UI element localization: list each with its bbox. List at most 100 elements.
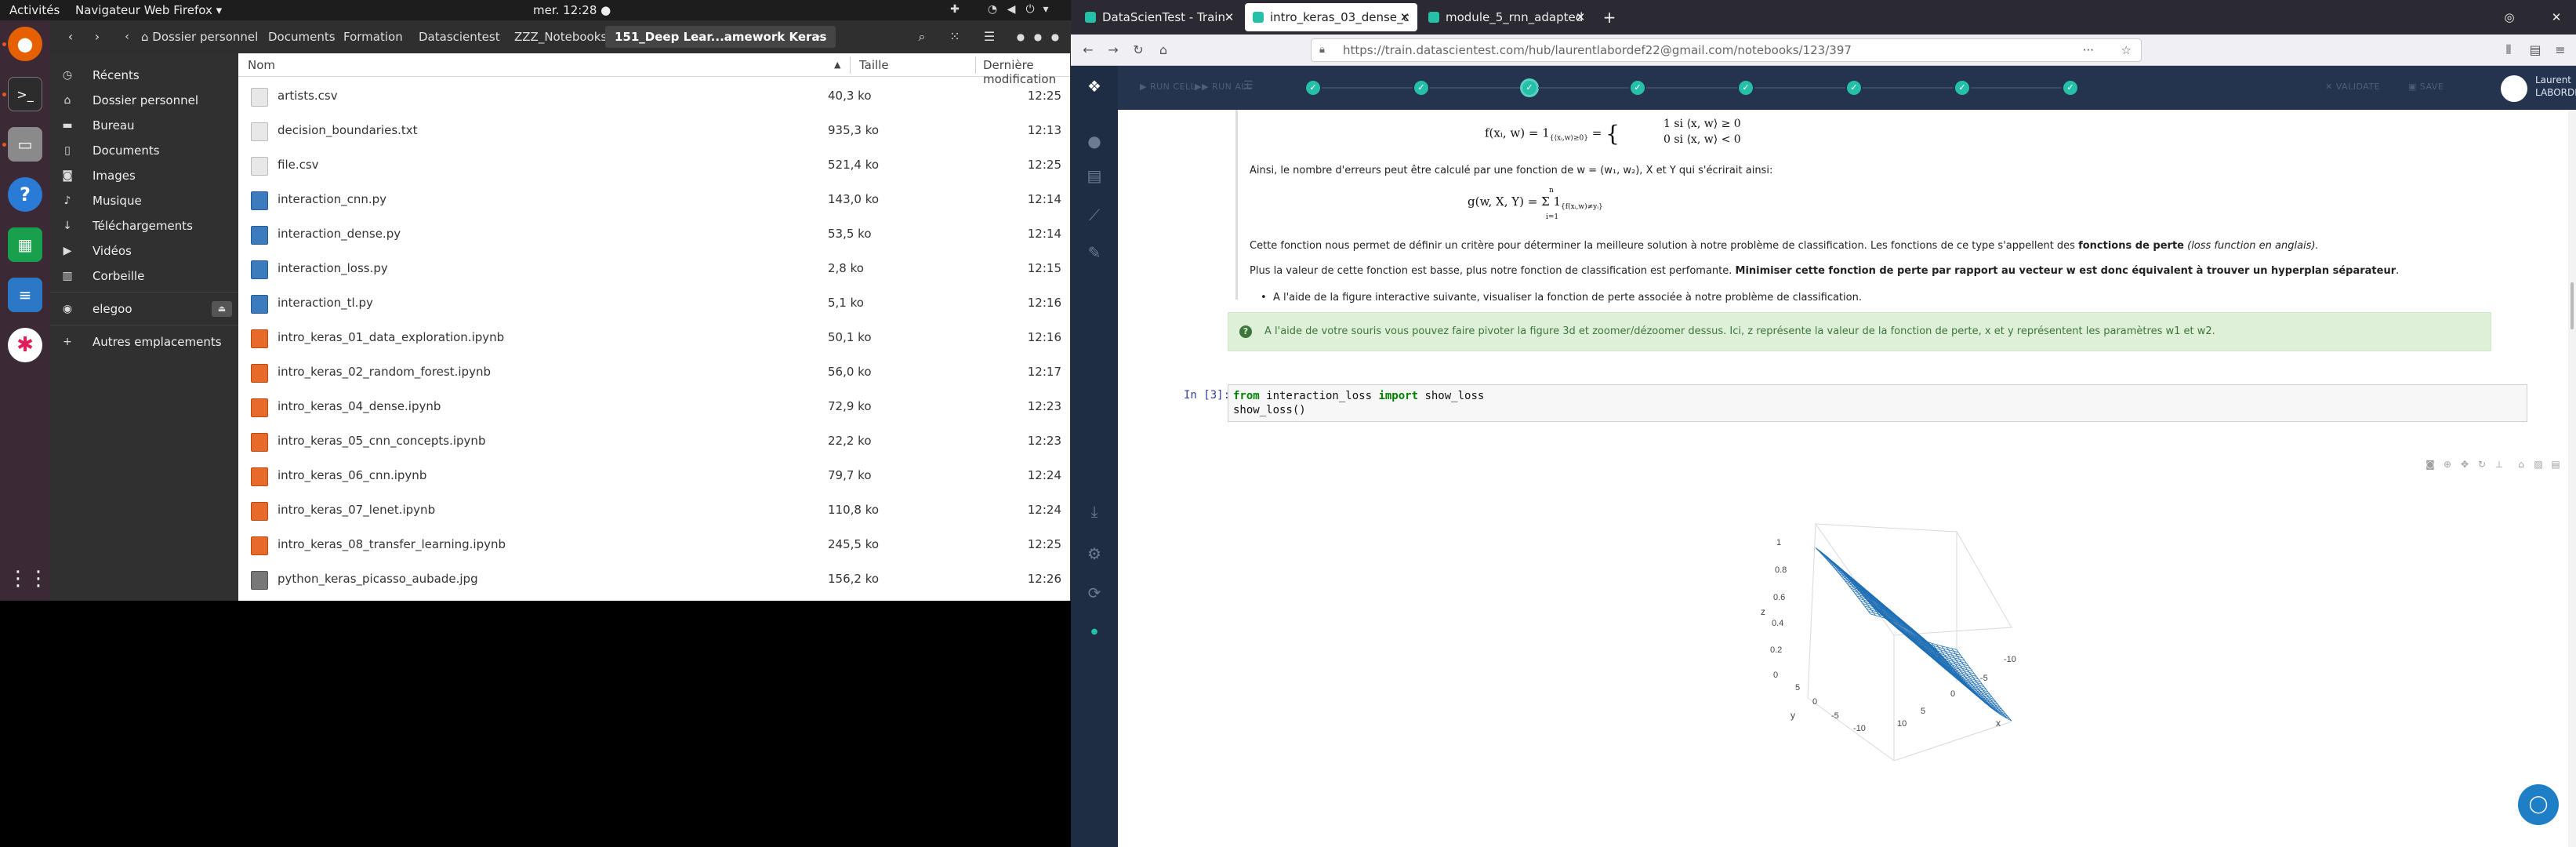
camera-reset-icon[interactable]: ▨ bbox=[2532, 458, 2545, 471]
file-row[interactable]: interaction_loss.py 2,8 ko 12:15 bbox=[238, 251, 1070, 287]
home-icon[interactable]: ⌂ bbox=[1154, 41, 1173, 60]
file-row[interactable]: artists.csv 40,3 ko 12:25 bbox=[238, 78, 1070, 115]
validate-button[interactable]: ✕ VALIDATE bbox=[2325, 82, 2380, 92]
app-menu[interactable]: Navigateur Web Firefox ▾ bbox=[75, 3, 222, 17]
file-row[interactable]: intro_keras_02_random_forest.ipynb 56,0 k… bbox=[238, 354, 1070, 391]
tab-datascientest-train[interactable]: DataScienTest - Train ✕ bbox=[1077, 3, 1242, 31]
sidebar-item-other-locations[interactable]: + Autres emplacements bbox=[50, 329, 238, 354]
file-row[interactable]: file.csv 521,4 ko 12:25 bbox=[238, 147, 1070, 184]
settings-icon[interactable]: ⚙ bbox=[1085, 544, 1104, 563]
url-text[interactable]: https://train.datascientest.com/hub/laur… bbox=[1343, 39, 1852, 61]
page-scrollbar[interactable] bbox=[2568, 110, 2576, 847]
search-icon[interactable]: ⌕ bbox=[912, 27, 931, 46]
apps-grid-icon[interactable]: ⋮⋮⋮ bbox=[8, 562, 69, 596]
sidebar-item-downloads[interactable]: ↓ Téléchargements bbox=[50, 213, 238, 238]
sidebar-icon[interactable]: ▤ bbox=[2526, 41, 2545, 60]
file-row[interactable]: interaction_dense.py 53,5 ko 12:14 bbox=[238, 216, 1070, 253]
file-row[interactable]: intro_keras_08_transfer_learning.ipynb 24… bbox=[238, 527, 1070, 563]
files-icon[interactable]: ▭ bbox=[8, 127, 42, 162]
sidebar-item-music[interactable]: ♪ Musique bbox=[50, 188, 238, 213]
menu-icon[interactable]: ☰ bbox=[980, 27, 999, 46]
writer-icon[interactable]: ≡ bbox=[8, 278, 42, 312]
sort-ascending-icon[interactable]: ▲ bbox=[834, 60, 840, 70]
user-name[interactable]: Laurent LABORDE bbox=[2535, 74, 2576, 99]
step-check-icon[interactable]: ✓ bbox=[1739, 81, 1753, 95]
file-row[interactable]: decision_boundaries.txt 935,3 ko 12:13 bbox=[238, 113, 1070, 149]
tab-intro-keras-03[interactable]: intro_keras_03_dense_c ✕ bbox=[1245, 3, 1417, 31]
camera-icon[interactable]: ◙ bbox=[2424, 458, 2436, 471]
back-button[interactable]: ‹ bbox=[61, 27, 80, 46]
forward-button[interactable]: → bbox=[1104, 41, 1123, 60]
eject-icon[interactable]: ⏏ bbox=[212, 301, 232, 317]
new-tab-button[interactable]: + bbox=[1598, 3, 1621, 31]
close-tab-icon[interactable]: ✕ bbox=[1223, 3, 1235, 31]
file-row[interactable]: intro_keras_07_lenet.ipynb 110,8 ko 12:24 bbox=[238, 493, 1070, 529]
extension-icon[interactable]: ◎ bbox=[2498, 3, 2521, 31]
volume-icon[interactable]: ◀ bbox=[1005, 3, 1018, 16]
menu-icon[interactable]: ☰ bbox=[1243, 79, 1254, 92]
sidebar-item-documents[interactable]: ▯ Documents bbox=[50, 138, 238, 163]
step-check-icon[interactable]: ✓ bbox=[1306, 81, 1320, 95]
step-check-icon[interactable]: ✓ bbox=[2063, 81, 2077, 95]
minimize-icon[interactable]: ● bbox=[1011, 27, 1030, 46]
chart-icon[interactable]: ⟋ bbox=[1085, 205, 1104, 224]
sidebar-item-videos[interactable]: ▶ Vidéos bbox=[50, 238, 238, 264]
clock[interactable]: mer. 12:28 ● bbox=[533, 3, 611, 17]
view-grid-icon[interactable]: ⁙ bbox=[945, 27, 964, 46]
step-check-icon[interactable]: ✓ bbox=[1414, 81, 1428, 95]
step-check-icon[interactable]: ✓ bbox=[1522, 81, 1537, 95]
close-icon[interactable]: ● bbox=[1046, 27, 1065, 46]
sidebar-item-trash[interactable]: ▥ Corbeille bbox=[50, 264, 238, 289]
download-icon[interactable]: ⤓ bbox=[1085, 502, 1104, 521]
file-row[interactable]: interaction_cnn.py 143,0 ko 12:14 bbox=[238, 182, 1070, 218]
hamburger-menu-icon[interactable]: ≡ bbox=[2551, 41, 2570, 60]
terminal-icon[interactable]: >_ bbox=[8, 77, 42, 111]
code-cell[interactable]: from interaction_loss import show_loss s… bbox=[1228, 384, 2527, 422]
save-button[interactable]: ▣ SAVE bbox=[2408, 82, 2444, 92]
forward-button[interactable]: › bbox=[88, 27, 107, 46]
chat-support-button[interactable]: ◯ bbox=[2518, 784, 2559, 825]
wifi-icon[interactable]: ◔ bbox=[986, 3, 999, 16]
system-menu-chevron-icon[interactable]: ▾ bbox=[1039, 3, 1052, 16]
step-check-icon[interactable]: ✓ bbox=[1955, 81, 1969, 95]
book-icon[interactable]: ▤ bbox=[1085, 166, 1104, 185]
orbit-rotate-icon[interactable]: ↻ bbox=[2476, 458, 2488, 471]
reset-view-icon[interactable]: ⌂ bbox=[2515, 458, 2527, 471]
sync-icon[interactable]: ⟳ bbox=[1085, 583, 1104, 602]
bookmark-star-icon[interactable]: ☆ bbox=[2121, 39, 2132, 61]
close-tab-icon[interactable]: ✕ bbox=[1399, 3, 1411, 31]
file-row[interactable]: intro_keras_04_dense.ipynb 72,9 ko 12:23 bbox=[238, 389, 1070, 425]
file-row[interactable]: intro_keras_06_cnn.ipynb 79,7 ko 12:24 bbox=[238, 458, 1070, 494]
reload-button[interactable]: ↻ bbox=[1129, 41, 1148, 60]
file-row[interactable]: python_keras_picasso_aubade.jpg 156,2 ko 1… bbox=[238, 562, 1070, 598]
avatar[interactable] bbox=[2501, 75, 2527, 102]
column-size[interactable]: Taille bbox=[859, 58, 889, 72]
hover-icon[interactable]: ▤ bbox=[2549, 458, 2562, 471]
run-cell-button[interactable]: ▶ RUN CELL bbox=[1140, 82, 1195, 92]
calc-icon[interactable]: ▦ bbox=[8, 227, 42, 262]
close-window-icon[interactable]: ✕ bbox=[2545, 3, 2568, 31]
slack-icon[interactable]: ✱ bbox=[8, 328, 42, 362]
sidebar-item-recent[interactable]: ◷ Récents bbox=[50, 63, 238, 88]
breadcrumb-notebooks[interactable]: ZZZ_Notebooks bbox=[505, 26, 616, 48]
app-logo-icon[interactable]: ❖ bbox=[1085, 77, 1104, 96]
sidebar-item-home[interactable]: ⌂ Dossier personnel bbox=[50, 88, 238, 113]
breadcrumb-formation[interactable]: Formation bbox=[334, 26, 412, 48]
breadcrumb-current[interactable]: 151_Deep Lear...amework Keras bbox=[605, 26, 836, 48]
activities-button[interactable]: Activités bbox=[9, 3, 60, 17]
breadcrumb-scroll-right-icon[interactable]: › bbox=[809, 27, 828, 46]
turntable-icon[interactable]: ⊥ bbox=[2493, 458, 2505, 471]
back-button[interactable]: ← bbox=[1079, 41, 1098, 60]
breadcrumb-home[interactable]: ⌂ Dossier personnel bbox=[132, 26, 267, 48]
loss-surface-3d-plot[interactable]: 1 0.8 0.6 0.4 0.2 0 z y x -10 -5 0 5 10 bbox=[1722, 502, 2035, 761]
sidebar-item-desktop[interactable]: ▬ Bureau bbox=[50, 113, 238, 138]
url-bar[interactable]: 🔒︎ https://train.datascientest.com/hub/l… bbox=[1311, 38, 2142, 62]
zoom-icon[interactable]: ⊕ bbox=[2441, 458, 2454, 471]
file-row[interactable]: intro_keras_05_cnn_concepts.ipynb 22,2 ko… bbox=[238, 424, 1070, 460]
maximize-icon[interactable]: ● bbox=[1029, 27, 1047, 46]
step-check-icon[interactable]: ✓ bbox=[1631, 81, 1645, 95]
breadcrumb-documents[interactable]: Documents bbox=[259, 26, 345, 48]
library-icon[interactable]: ⫴ bbox=[2499, 41, 2518, 60]
edit-icon[interactable]: ✎ bbox=[1085, 243, 1104, 262]
sidebar-item-elegoo[interactable]: ◉ elegoo ⏏ bbox=[50, 296, 238, 322]
